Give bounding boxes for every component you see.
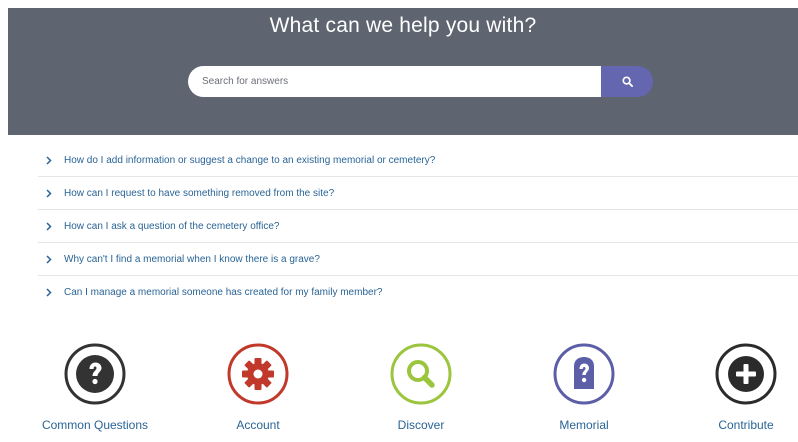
search-button[interactable]: [601, 66, 653, 97]
help-center-page: What can we help you with? How do I add …: [0, 0, 798, 442]
chevron-right-icon: [46, 254, 56, 264]
chevron-right-icon: [46, 221, 56, 231]
chevron-right-icon: [46, 288, 56, 297]
chevron-right-icon: [46, 155, 56, 165]
chevron-right-icon: [46, 188, 56, 198]
faq-question[interactable]: Can I manage a memorial someone has crea…: [64, 287, 382, 298]
category-contribute[interactable]: Contribute: [676, 343, 798, 432]
magnifier-icon: [390, 343, 452, 405]
gear-icon: [227, 343, 289, 405]
hero-banner: What can we help you with?: [8, 8, 798, 135]
category-label: Contribute: [718, 418, 774, 432]
category-label: Memorial: [559, 418, 609, 432]
faq-item[interactable]: Why can't I find a memorial when I know …: [38, 243, 798, 276]
page-title: What can we help you with?: [269, 14, 537, 37]
category-common-questions[interactable]: Common Questions: [25, 343, 165, 432]
category-discover[interactable]: Discover: [351, 343, 491, 432]
faq-question[interactable]: How can I ask a question of the cemetery…: [64, 221, 280, 232]
faq-item[interactable]: How can I request to have something remo…: [38, 177, 798, 210]
search-icon: [621, 76, 633, 87]
category-row: Common Questions Account Discover Memori…: [0, 343, 798, 442]
category-memorial[interactable]: Memorial: [514, 343, 654, 432]
category-account[interactable]: Account: [188, 343, 328, 432]
search-bar: [188, 66, 653, 97]
search-input[interactable]: [188, 66, 601, 97]
memorial-question-icon: [553, 343, 615, 405]
category-label: Common Questions: [41, 418, 149, 432]
faq-question[interactable]: How can I request to have something remo…: [64, 188, 334, 199]
category-label: Account: [236, 418, 280, 432]
faq-question[interactable]: How do I add information or suggest a ch…: [64, 155, 435, 166]
faq-list: How do I add information or suggest a ch…: [38, 144, 798, 309]
faq-item[interactable]: How do I add information or suggest a ch…: [38, 144, 798, 177]
question-icon: [64, 343, 126, 405]
faq-question[interactable]: Why can't I find a memorial when I know …: [64, 254, 320, 265]
faq-item[interactable]: Can I manage a memorial someone has crea…: [38, 276, 798, 309]
faq-item[interactable]: How can I ask a question of the cemetery…: [38, 210, 798, 243]
category-label: Discover: [397, 418, 445, 432]
plus-icon: [715, 343, 777, 405]
